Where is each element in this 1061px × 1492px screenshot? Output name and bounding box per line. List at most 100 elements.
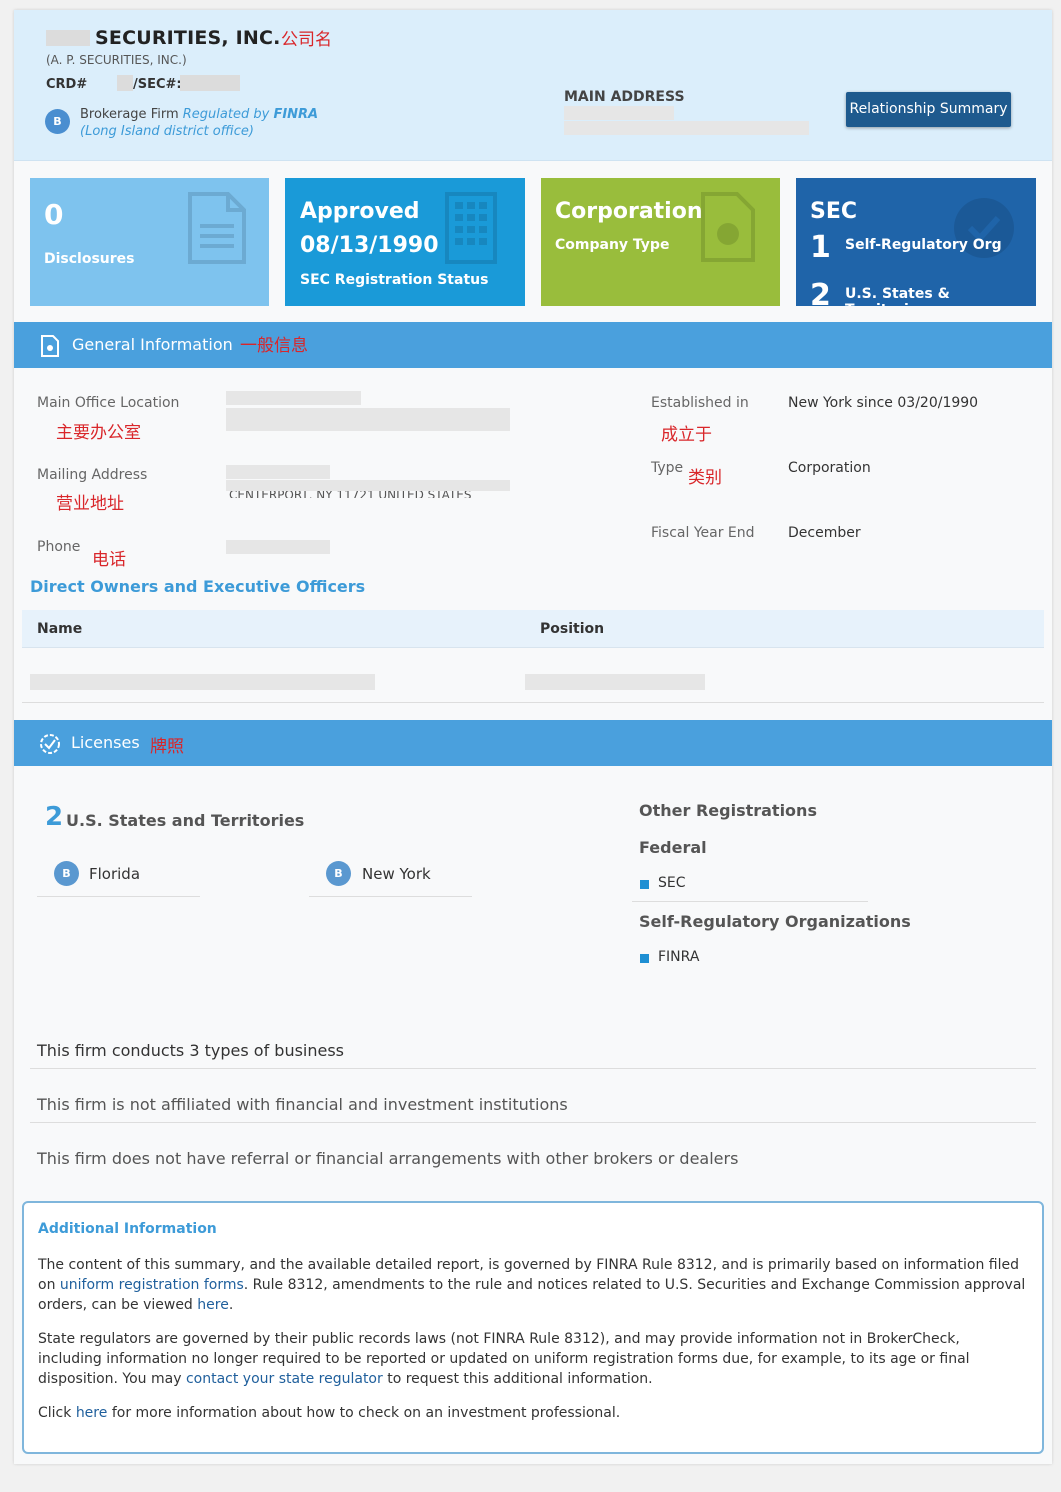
- text: .: [228, 1297, 234, 1313]
- phone-label: Phone: [37, 539, 81, 555]
- rule-here-link[interactable]: here: [197, 1297, 229, 1313]
- license-states-count: 2: [45, 802, 64, 832]
- col-position[interactable]: Position: [540, 621, 604, 637]
- firm-type-line: Brokerage Firm Regulated by FINRA: [80, 107, 318, 122]
- redacted-phone: [226, 540, 330, 554]
- redacted-address-line1: [564, 106, 674, 120]
- certificate-icon: [701, 192, 755, 262]
- verified-badge-icon: [40, 734, 60, 754]
- broker-badge-icon: B: [54, 861, 79, 886]
- sro-count: 1: [810, 230, 831, 265]
- redacted-owner-name: [30, 674, 375, 690]
- regulator-link[interactable]: FINRA: [273, 107, 318, 122]
- type-value: Corporation: [788, 460, 871, 476]
- contact-state-regulator-link[interactable]: contact your state regulator: [186, 1371, 383, 1387]
- federal-heading: Federal: [639, 838, 707, 857]
- redacted-sec: [180, 75, 240, 91]
- state-divider: [309, 896, 472, 897]
- states-label: U.S. States & Territories: [845, 286, 950, 306]
- firm-name: SECURITIES, INC.: [95, 27, 281, 49]
- regulator-name: SEC: [810, 199, 858, 224]
- fiscal-year-label: Fiscal Year End: [651, 525, 755, 541]
- document-icon: [41, 335, 59, 357]
- additional-paragraph-3: Click here for more information about ho…: [38, 1403, 1028, 1423]
- col-name[interactable]: Name: [37, 621, 82, 637]
- referral-text: This firm does not have referral or fina…: [37, 1149, 739, 1168]
- type-cn: 类别: [688, 468, 722, 488]
- established-cn: 成立于: [661, 425, 712, 445]
- disclosures-tile[interactable]: 0 Disclosures: [30, 178, 269, 306]
- main-office-cn: 主要办公室: [56, 423, 141, 443]
- main-office-label: Main Office Location: [37, 395, 180, 411]
- redacted-firm-prefix: [46, 30, 90, 46]
- additional-heading: Additional Information: [38, 1221, 217, 1237]
- general-information-title: General Information: [72, 335, 233, 354]
- firm-header: SECURITIES, INC. 公司名 (A. P. SECURITIES, …: [14, 10, 1052, 161]
- text: for more information about how to check …: [107, 1405, 621, 1421]
- established-value: New York since 03/20/1990: [788, 395, 979, 411]
- district-office: (Long Island district office): [80, 124, 254, 139]
- redacted-office-line1: [226, 391, 361, 405]
- uniform-registration-forms-link[interactable]: uniform registration forms: [60, 1277, 244, 1293]
- owners-row-divider: [22, 702, 1044, 703]
- registration-status-tile: Approved 08/13/1990 SEC Registration Sta…: [285, 178, 525, 306]
- license-states-heading: U.S. States and Territories: [66, 811, 305, 830]
- check-professional-here-link[interactable]: here: [76, 1405, 108, 1421]
- firm-aka: (A. P. SECURITIES, INC.): [46, 53, 187, 67]
- company-type: Corporation: [555, 199, 703, 224]
- mailing-address-cn: 营业地址: [56, 494, 124, 514]
- sec-label: /SEC#:: [133, 77, 182, 92]
- business-divider: [30, 1068, 1036, 1069]
- sro-label: Self-Regulatory Org: [845, 237, 1002, 253]
- licenses-title: Licenses: [71, 733, 140, 752]
- company-type-tile: Corporation Company Type: [541, 178, 780, 306]
- firm-type: Brokerage Firm: [80, 107, 179, 122]
- firm-name-cn-annotation: 公司名: [281, 30, 332, 50]
- redacted-office-line2: [226, 408, 510, 422]
- mailing-address-label: Mailing Address: [37, 467, 148, 483]
- fiscal-year-value: December: [788, 525, 861, 541]
- document-icon: [188, 192, 246, 264]
- states-count: 2: [810, 278, 831, 306]
- crd-label: CRD#: [46, 77, 88, 92]
- sro-item-finra: FINRA: [658, 949, 700, 965]
- redacted-address-line2: [564, 121, 809, 135]
- business-divider: [30, 1122, 1036, 1123]
- disclosures-count: 0: [44, 198, 64, 231]
- additional-paragraph-2: State regulators are governed by their p…: [38, 1329, 1028, 1389]
- square-bullet-icon: [640, 954, 649, 963]
- other-registrations-heading: Other Registrations: [639, 801, 817, 820]
- phone-cn: 电话: [92, 550, 126, 570]
- affiliation-text: This firm is not affiliated with financi…: [37, 1095, 568, 1114]
- broker-badge-icon: B: [326, 861, 351, 886]
- square-bullet-icon: [640, 880, 649, 889]
- licenses-bar[interactable]: Licenses 牌照: [14, 720, 1052, 766]
- regulated-by-text: Regulated by: [182, 107, 270, 122]
- brokerage-badge-icon: B: [45, 109, 70, 134]
- redacted-office-line3: [226, 422, 510, 431]
- relationship-summary-button[interactable]: Relationship Summary: [846, 92, 1011, 127]
- building-icon: [445, 192, 497, 264]
- text: Click: [38, 1405, 76, 1421]
- owners-table-header: Name Position: [22, 610, 1044, 648]
- established-label: Established in: [651, 395, 749, 411]
- sro-heading: Self-Regulatory Organizations: [639, 912, 911, 931]
- state-divider: [37, 896, 200, 897]
- licenses-cn: 牌照: [150, 737, 184, 757]
- redacted-crd: [117, 75, 133, 91]
- general-information-bar[interactable]: General Information 一般信息: [14, 322, 1052, 368]
- registration-date: 08/13/1990: [300, 233, 439, 258]
- redacted-mailing-line1: [226, 465, 330, 479]
- additional-paragraph-1: The content of this summary, and the ava…: [38, 1255, 1028, 1315]
- federal-item-sec: SEC: [658, 875, 686, 891]
- additional-information-box: Additional Information The content of th…: [22, 1201, 1044, 1454]
- federal-divider: [632, 901, 868, 902]
- regulators-tile: SEC 1 Self-Regulatory Org 2 U.S. States …: [796, 178, 1036, 306]
- business-types-text[interactable]: This firm conducts 3 types of business: [37, 1041, 344, 1060]
- type-label: Type: [651, 460, 684, 476]
- redacted-mailing-line2: [226, 480, 510, 491]
- verified-seal-icon: [954, 198, 1014, 258]
- general-information-cn: 一般信息: [240, 336, 308, 356]
- page: SECURITIES, INC. 公司名 (A. P. SECURITIES, …: [14, 10, 1052, 1464]
- state-name: Florida: [89, 865, 141, 883]
